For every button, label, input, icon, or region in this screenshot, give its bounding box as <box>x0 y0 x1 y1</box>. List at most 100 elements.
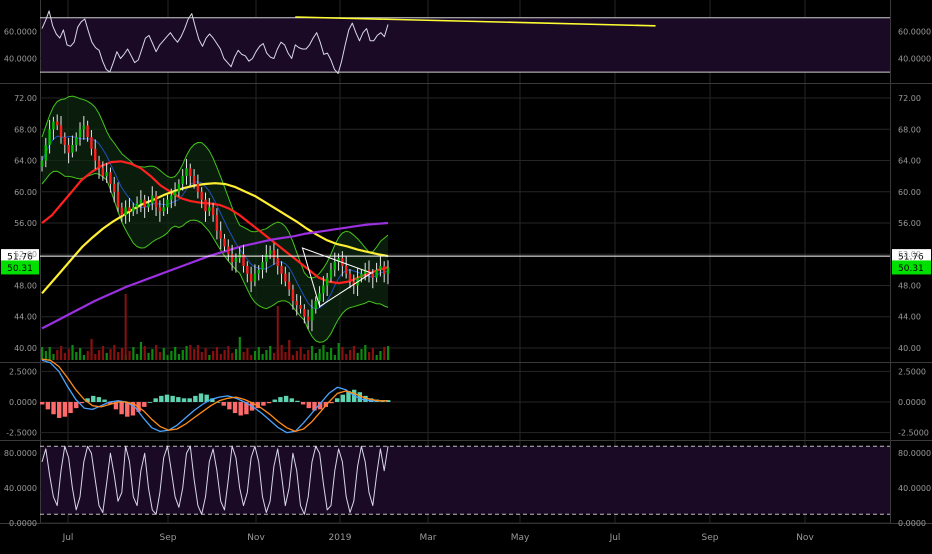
price-ytick-right-8: 40.00 <box>898 344 921 353</box>
volume-bar <box>52 354 55 360</box>
volume-bar <box>181 350 184 360</box>
macd-ytick-left-2: -2.5000 <box>6 429 37 438</box>
candle-body <box>192 176 196 184</box>
rsi-ytick-right-1: 40.0000 <box>898 55 931 64</box>
grid-lines <box>0 0 932 524</box>
candle-body <box>299 304 302 309</box>
candle-body <box>257 269 260 274</box>
volume-bar <box>162 348 165 360</box>
candle-body <box>59 125 63 138</box>
volume-bar <box>200 352 203 360</box>
candle-body <box>272 250 276 259</box>
candle-body <box>211 207 215 216</box>
stochastic-panel <box>40 445 890 515</box>
candle-body <box>200 191 203 200</box>
x-axis-label-0: Jul <box>62 533 74 543</box>
macd-histogram-bar <box>96 397 102 402</box>
candle-body <box>360 273 363 278</box>
candle-body <box>284 273 287 282</box>
candle-body <box>375 269 378 278</box>
candle-body <box>162 207 165 212</box>
price-ytick-left-7: 44.00 <box>14 313 37 322</box>
macd-histogram-bar <box>170 395 175 402</box>
volume-bar <box>120 348 124 360</box>
candle-body <box>344 265 348 274</box>
volume-bar <box>356 353 359 360</box>
volume-bar <box>379 351 382 360</box>
volume-bar <box>265 350 268 360</box>
candle-body <box>291 289 295 302</box>
candle-body <box>113 183 116 192</box>
price-ytick-left-3: 60.00 <box>14 188 37 197</box>
volume-bar <box>75 352 78 360</box>
candle-body <box>67 144 70 153</box>
rsi-ytick-left-0: 60.0000 <box>4 27 37 36</box>
price-ytick-right-1: 68.00 <box>898 125 921 134</box>
volume-bar <box>364 345 367 360</box>
candle-body <box>128 207 131 212</box>
macd-histogram-bar <box>278 397 283 402</box>
volume-bar <box>215 347 219 360</box>
volume-bar <box>44 351 48 360</box>
x-axis-label-3: 2019 <box>329 533 352 543</box>
x-axis-label-8: Nov <box>796 533 814 543</box>
volume-bar <box>139 342 143 360</box>
price-ytick-left-1: 68.00 <box>14 125 37 134</box>
volume-bar <box>90 339 93 360</box>
candle-body <box>348 273 352 282</box>
candle-body <box>75 137 78 145</box>
price-ytick-right-4: 56.00 <box>898 219 921 228</box>
volume-bar <box>341 347 344 360</box>
macd-histogram-bar <box>238 402 243 416</box>
macd-line-1 <box>41 358 388 433</box>
candle-body <box>181 176 184 184</box>
candle-body <box>71 144 74 153</box>
macd-histogram-bar <box>261 402 266 406</box>
candle-body <box>177 183 181 192</box>
volume-bar <box>196 345 200 360</box>
volume-bar <box>295 351 298 360</box>
stoch-ytick-left-2: 0.0000 <box>9 519 37 528</box>
volume-bar <box>67 349 70 360</box>
volume-bar <box>98 350 101 360</box>
price-panel[interactable]: 51.76 51.7650.31 50.31 <box>1 95 931 360</box>
candle-body <box>268 250 272 255</box>
volume-bar <box>352 346 355 360</box>
volume-bar <box>272 353 276 360</box>
volume-bar <box>242 352 245 360</box>
candle-body <box>109 172 112 184</box>
price-ytick-left-2: 64.00 <box>14 157 37 166</box>
volume-bar <box>208 355 211 360</box>
macd-histogram-bar <box>266 402 272 404</box>
volume-bar <box>94 354 97 360</box>
candle-body <box>329 269 333 278</box>
macd-histogram-bar <box>164 394 170 402</box>
candle-body <box>90 137 93 149</box>
volume-bar <box>238 337 241 360</box>
x-axis-label-4: Mar <box>420 533 437 543</box>
volume-bar <box>261 354 264 360</box>
macd-histogram-bar <box>119 402 124 415</box>
x-axis-label-2: Nov <box>247 533 265 543</box>
candle-body <box>120 207 124 216</box>
rsi-ytick-left-1: 40.0000 <box>4 55 37 64</box>
candle-body <box>306 316 310 321</box>
macd-histogram-bar <box>91 395 96 402</box>
candle-body <box>135 203 139 208</box>
rsi-band <box>41 17 890 73</box>
candle-body <box>158 207 162 212</box>
candle-body <box>82 125 86 130</box>
price-ytick-left-4: 56.00 <box>14 219 37 228</box>
volume-spike <box>276 306 279 360</box>
volume-bar <box>105 353 108 360</box>
candle-body <box>52 121 55 130</box>
price-ytick-right-3: 60.00 <box>898 188 921 197</box>
volume-bar <box>79 348 82 360</box>
macd-histogram-bar <box>102 399 107 402</box>
price-ytick-right-5: 52.00 <box>898 250 921 259</box>
candle-body <box>151 195 154 204</box>
volume-bar <box>367 352 371 360</box>
rsi-panel <box>40 10 890 74</box>
stoch-ytick-right-1: 40.0000 <box>898 484 931 493</box>
x-axis-label-7: Sep <box>702 533 719 543</box>
